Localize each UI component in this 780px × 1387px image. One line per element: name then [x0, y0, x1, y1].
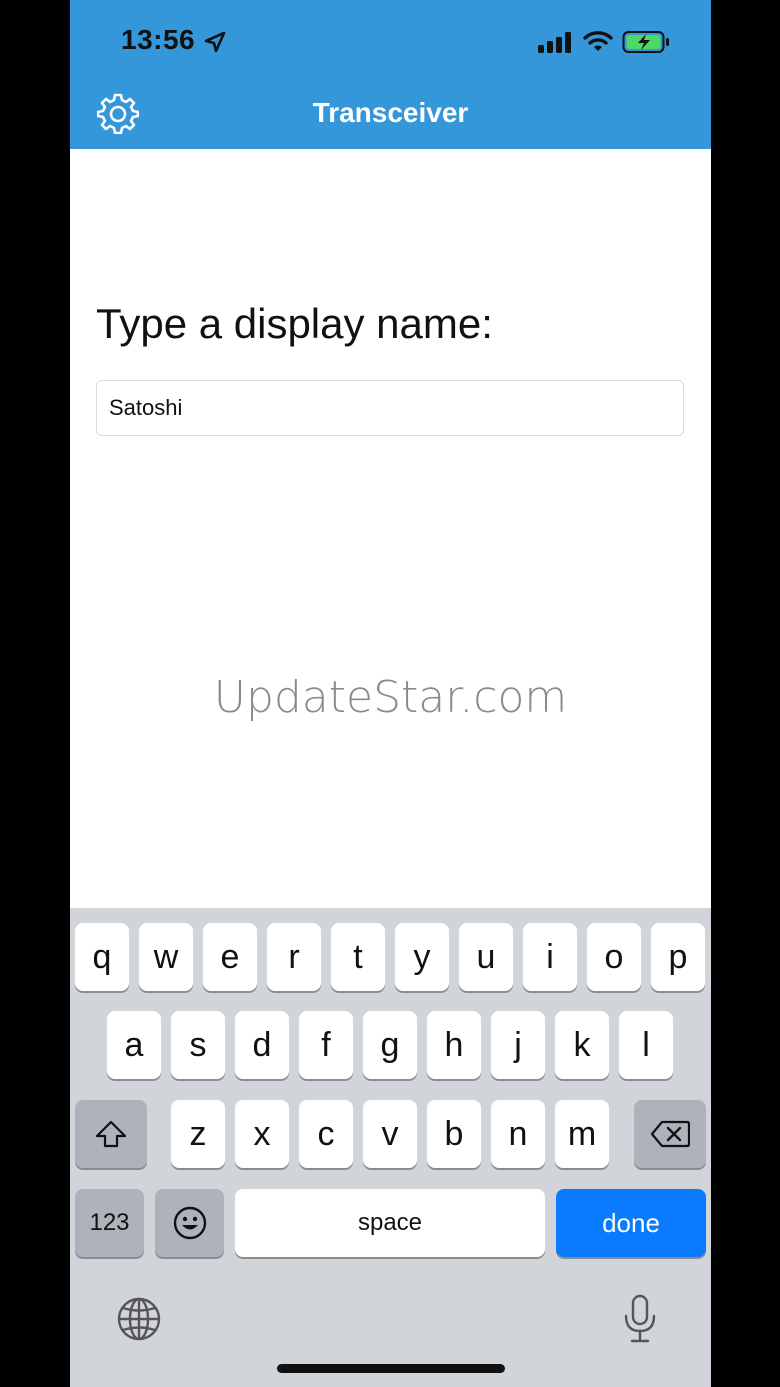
- key-l[interactable]: l: [619, 1011, 673, 1079]
- signal-icon: [538, 32, 571, 53]
- key-f[interactable]: f: [299, 1011, 353, 1079]
- key-i[interactable]: i: [523, 923, 577, 991]
- phone-screen: 13:56 Transceiver Type a display name: S…: [70, 0, 711, 1387]
- key-e[interactable]: e: [203, 923, 257, 991]
- key-k[interactable]: k: [555, 1011, 609, 1079]
- shift-key[interactable]: [75, 1100, 147, 1168]
- key-q[interactable]: q: [75, 923, 129, 991]
- shift-icon: [95, 1120, 127, 1148]
- key-y[interactable]: y: [395, 923, 449, 991]
- app-title: Transceiver: [312, 97, 469, 128]
- key-n[interactable]: n: [491, 1100, 545, 1168]
- key-w[interactable]: w: [139, 923, 193, 991]
- location-arrow-icon: [204, 31, 226, 53]
- watermark: UpdateStar.com: [213, 672, 568, 723]
- battery-charging-icon: [622, 31, 669, 53]
- display-name-prompt: Type a display name:: [96, 300, 493, 347]
- key-x[interactable]: x: [235, 1100, 289, 1168]
- key-s[interactable]: s: [171, 1011, 225, 1079]
- done-key[interactable]: done: [556, 1189, 706, 1257]
- emoji-key[interactable]: [155, 1189, 224, 1257]
- key-c[interactable]: c: [299, 1100, 353, 1168]
- globe-icon[interactable]: [116, 1296, 162, 1342]
- display-name-field[interactable]: [96, 380, 684, 436]
- microphone-icon[interactable]: [622, 1294, 658, 1344]
- key-v[interactable]: v: [363, 1100, 417, 1168]
- keyboard: q w e r t y u i o p a s d f g h j k l z …: [70, 908, 711, 1387]
- key-p[interactable]: p: [651, 923, 705, 991]
- key-j[interactable]: j: [491, 1011, 545, 1079]
- status-time: 13:56: [121, 24, 196, 55]
- key-o[interactable]: o: [587, 923, 641, 991]
- wifi-icon: [583, 31, 613, 51]
- key-r[interactable]: r: [267, 923, 321, 991]
- emoji-icon: [173, 1206, 206, 1240]
- key-a[interactable]: a: [107, 1011, 161, 1079]
- app-header: 13:56 Transceiver: [70, 0, 711, 149]
- key-g[interactable]: g: [363, 1011, 417, 1079]
- backspace-icon: [650, 1120, 690, 1148]
- numbers-key[interactable]: 123: [75, 1189, 144, 1257]
- key-d[interactable]: d: [235, 1011, 289, 1079]
- key-t[interactable]: t: [331, 923, 385, 991]
- key-h[interactable]: h: [427, 1011, 481, 1079]
- key-z[interactable]: z: [171, 1100, 225, 1168]
- space-key[interactable]: space: [235, 1189, 545, 1257]
- home-indicator: [277, 1364, 505, 1373]
- key-b[interactable]: b: [427, 1100, 481, 1168]
- backspace-key[interactable]: [634, 1100, 706, 1168]
- key-u[interactable]: u: [459, 923, 513, 991]
- key-m[interactable]: m: [555, 1100, 609, 1168]
